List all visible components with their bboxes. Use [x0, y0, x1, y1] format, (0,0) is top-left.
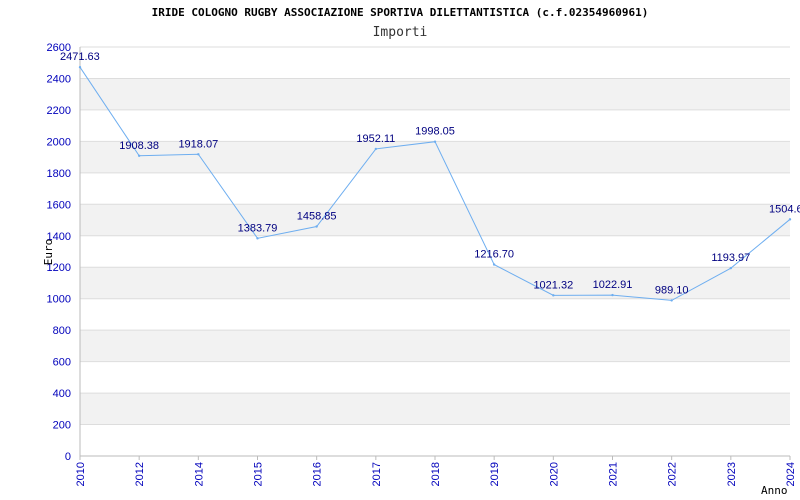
y-tick-label: 1800: [47, 168, 71, 180]
data-point: [552, 294, 555, 297]
grid-band: [80, 172, 790, 205]
data-point: [433, 140, 437, 143]
y-axis-label: Euro: [42, 239, 55, 266]
data-point: [78, 65, 82, 69]
data-label: 1216.70: [474, 249, 514, 261]
data-label: 1021.32: [533, 279, 573, 291]
x-axis-label: Anno: [761, 484, 788, 497]
data-label: 1504.6: [769, 203, 800, 215]
y-tick-label: 400: [53, 388, 71, 400]
data-label: 1952.11: [356, 133, 395, 145]
x-tick-label: 2017: [371, 462, 383, 486]
grid-band: [80, 204, 790, 236]
data-point: [729, 266, 733, 270]
data-point: [315, 225, 318, 228]
x-tick-label: 2012: [134, 462, 146, 486]
x-tick-label: 2015: [253, 462, 265, 486]
data-point: [788, 218, 792, 221]
data-point: [256, 237, 259, 240]
data-point: [492, 263, 496, 266]
grid-band: [80, 424, 790, 456]
x-tick-label: 2014: [193, 462, 205, 486]
x-tick-label: 2020: [548, 462, 560, 486]
x-tick-label: 2021: [608, 462, 620, 486]
data-point: [197, 153, 200, 156]
data-point: [670, 299, 673, 302]
data-label: 1193.97: [711, 252, 750, 264]
y-tick-label: 2000: [47, 136, 71, 148]
data-label: 1918.07: [178, 138, 218, 150]
y-tick-label: 200: [53, 420, 71, 432]
y-tick-label: 0: [65, 451, 71, 463]
y-tick-label: 1600: [47, 199, 71, 211]
data-point: [374, 147, 378, 151]
data-label: 1998.05: [415, 126, 455, 138]
x-tick-label: 2010: [75, 462, 87, 486]
data-label: 1458.85: [297, 211, 337, 223]
data-point: [137, 154, 141, 157]
data-point: [611, 293, 614, 297]
grid-band: [80, 47, 790, 79]
y-tick-label: 1000: [47, 294, 71, 306]
data-label: 1022.91: [593, 279, 633, 291]
chart: IRIDE COLOGNO RUGBY ASSOCIAZIONE SPORTIV…: [0, 0, 800, 500]
y-tick-label: 2200: [47, 105, 71, 117]
grid-band: [80, 298, 790, 331]
x-tick-label: 2019: [489, 462, 501, 486]
data-label: 2471.63: [60, 51, 100, 63]
data-label: 1383.79: [238, 222, 278, 234]
grid-band: [80, 78, 790, 110]
data-label: 989.10: [655, 284, 689, 296]
y-tick-label: 2400: [47, 73, 71, 85]
grid-band: [80, 235, 790, 268]
x-tick-label: 2023: [726, 462, 738, 486]
x-tick-label: 2024: [785, 462, 797, 486]
grid-band: [80, 393, 790, 425]
y-tick-label: 600: [53, 357, 71, 369]
y-tick-label: 800: [53, 325, 71, 337]
data-label: 1908.38: [119, 140, 159, 152]
grid-band: [80, 361, 790, 394]
x-tick-label: 2018: [430, 462, 442, 486]
x-tick-label: 2022: [667, 462, 679, 486]
grid-band: [80, 330, 790, 362]
x-tick-label: 2016: [312, 462, 324, 486]
chart-plot: 0200400600800100012001400160018002000220…: [42, 42, 800, 497]
